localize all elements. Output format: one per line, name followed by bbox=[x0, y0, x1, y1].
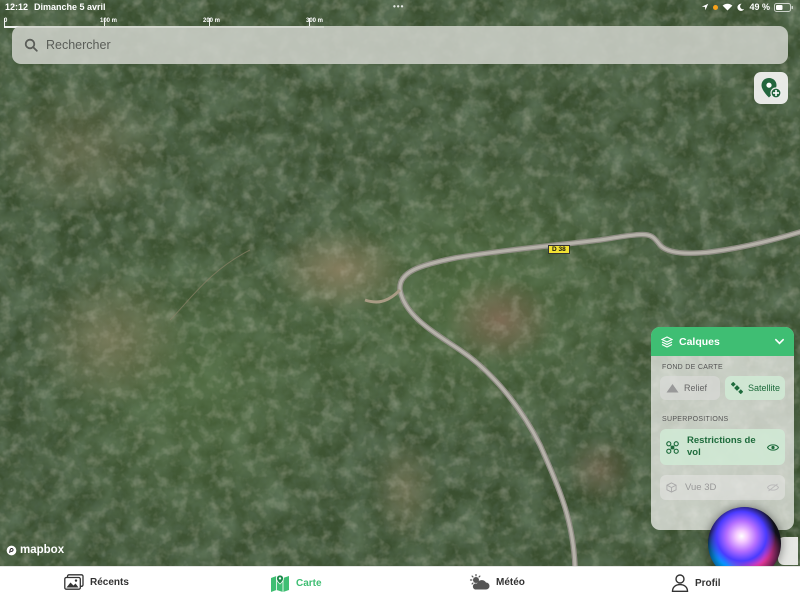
wifi-icon bbox=[723, 3, 733, 11]
tab-weather-label: Météo bbox=[496, 576, 525, 588]
mapbox-attribution[interactable]: mapbox bbox=[6, 544, 64, 556]
satellite-icon bbox=[731, 382, 743, 394]
layers-header[interactable]: Calques bbox=[651, 327, 794, 356]
search-icon bbox=[24, 38, 38, 52]
scale-label: 200 m bbox=[203, 18, 221, 24]
satellite-button[interactable]: Satellite bbox=[725, 376, 785, 400]
flight-restrictions-label: Restrictions de vol bbox=[687, 435, 756, 458]
tab-recents[interactable]: Récents bbox=[64, 574, 129, 590]
recording-dot-icon bbox=[713, 4, 719, 10]
person-icon bbox=[671, 574, 689, 592]
mapbox-logo-icon bbox=[6, 545, 17, 555]
base-map-section-title: FOND DE CARTE bbox=[662, 364, 723, 371]
status-icons: 49 % bbox=[701, 2, 794, 12]
search-bar[interactable]: Rechercher bbox=[12, 26, 788, 64]
layers-panel: Calques FOND DE CARTE Relief Satellite S… bbox=[651, 327, 794, 530]
status-date: Dimanche 5 avril bbox=[34, 2, 106, 12]
tab-map[interactable]: Carte bbox=[270, 574, 322, 592]
scale-label: 300 m bbox=[306, 18, 324, 24]
battery-icon bbox=[774, 2, 793, 12]
status-bar: 12:12 Dimanche 5 avril ••• 49 % bbox=[0, 0, 800, 16]
add-location-pin-icon bbox=[761, 78, 782, 99]
status-time: 12:12 bbox=[5, 2, 29, 12]
relief-label: Relief bbox=[684, 383, 708, 393]
drone-icon bbox=[666, 440, 679, 454]
flight-restrictions-toggle[interactable]: Restrictions de vol bbox=[660, 429, 785, 465]
weather-icon bbox=[469, 574, 490, 590]
tab-profile-label: Profil bbox=[695, 577, 721, 589]
battery-percentage: 49 % bbox=[749, 2, 770, 12]
layers-icon bbox=[661, 335, 673, 348]
multitasking-dots[interactable]: ••• bbox=[393, 2, 404, 11]
photos-icon bbox=[64, 574, 84, 590]
tab-weather[interactable]: Météo bbox=[468, 574, 525, 590]
satellite-label: Satellite bbox=[748, 383, 781, 393]
search-placeholder: Rechercher bbox=[46, 38, 111, 52]
eye-slash-icon[interactable] bbox=[767, 483, 779, 492]
road-label: D 38 bbox=[548, 245, 570, 254]
view-3d-toggle[interactable]: Vue 3D bbox=[660, 475, 785, 500]
relief-button[interactable]: Relief bbox=[660, 376, 720, 400]
tab-profile[interactable]: Profil bbox=[671, 574, 721, 592]
cube-icon bbox=[666, 482, 677, 493]
location-arrow-icon bbox=[702, 3, 709, 11]
base-map-options: Relief Satellite bbox=[651, 376, 794, 400]
view-3d-label: Vue 3D bbox=[685, 482, 717, 493]
tab-map-label: Carte bbox=[296, 577, 322, 589]
scale-label: 100 m bbox=[100, 18, 118, 24]
add-location-button[interactable] bbox=[754, 72, 788, 104]
layers-title: Calques bbox=[679, 335, 720, 348]
scale-label: 0 bbox=[4, 18, 8, 24]
map-icon bbox=[271, 574, 289, 592]
tab-recents-label: Récents bbox=[90, 576, 129, 588]
overlays-section-title: SUPERPOSITIONS bbox=[662, 416, 729, 423]
chevron-down-icon[interactable] bbox=[774, 336, 785, 347]
map-control-button[interactable] bbox=[778, 537, 798, 565]
mapbox-label: mapbox bbox=[20, 544, 65, 556]
mountain-icon bbox=[666, 384, 679, 393]
tab-bar: Récents Carte Météo Profil bbox=[0, 566, 800, 600]
eye-icon[interactable] bbox=[767, 443, 779, 452]
moon-icon bbox=[737, 3, 745, 11]
